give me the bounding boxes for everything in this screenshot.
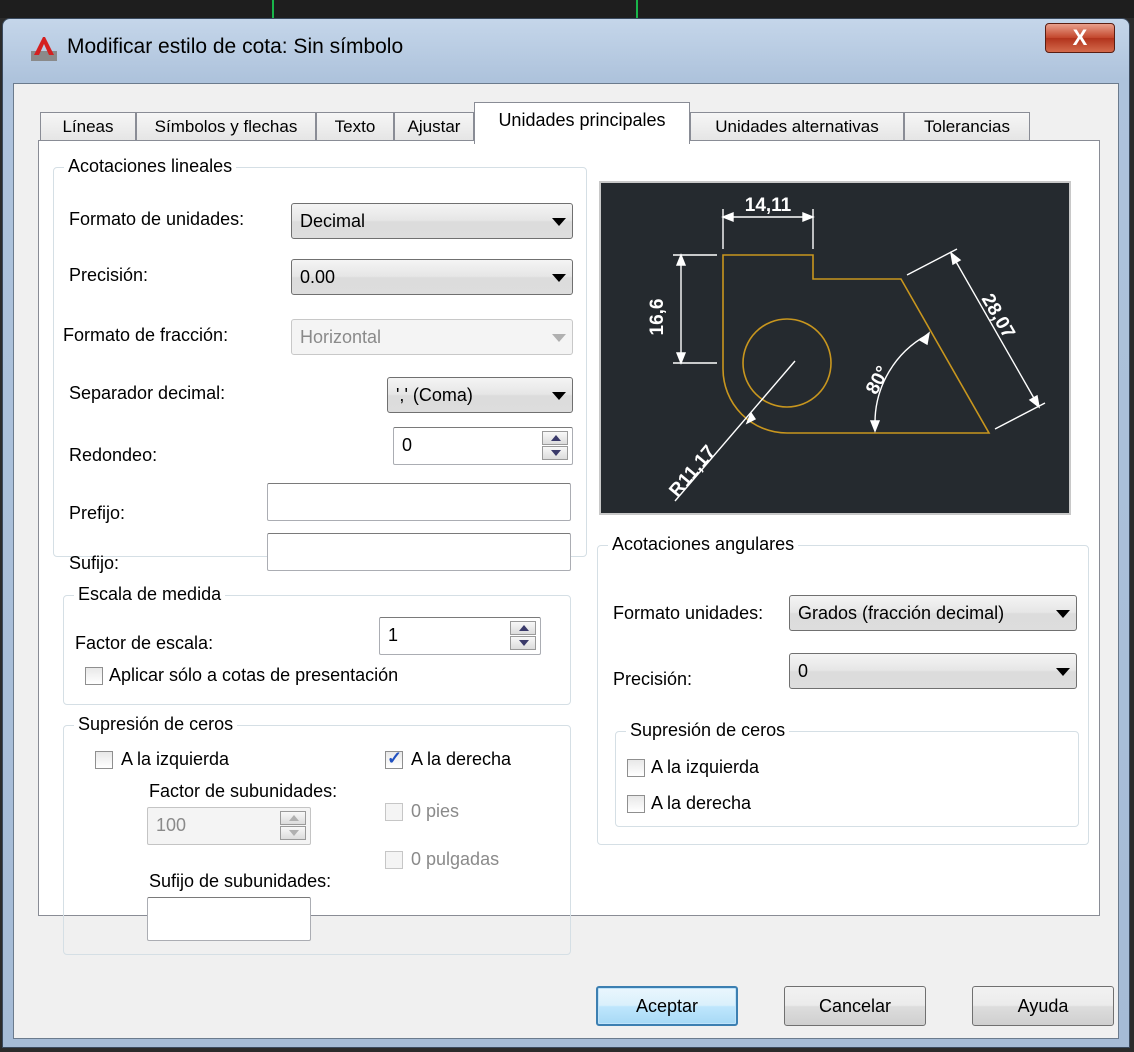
- tab-texto[interactable]: Texto: [316, 112, 394, 142]
- window-title: Modificar estilo de cota: Sin símbolo: [67, 35, 404, 58]
- prefix-input[interactable]: [267, 483, 571, 521]
- angular-trailing-zero-checkbox[interactable]: [627, 795, 645, 813]
- angular-leading-zero-label: A la izquierda: [651, 757, 760, 777]
- layout-only-checkbox[interactable]: [85, 667, 103, 685]
- unit-format-select[interactable]: Decimal: [291, 203, 573, 239]
- preview-outline: [722, 254, 991, 434]
- precision-label: Precisión:: [69, 265, 149, 285]
- fraction-format-label: Formato de fracción:: [63, 325, 229, 345]
- dialog-client: Líneas Símbolos y flechas Texto Ajustar …: [13, 83, 1119, 1039]
- inches-label: 0 pulgadas: [411, 849, 500, 869]
- tab-panel: Acotaciones lineales Formato de unidades…: [38, 140, 1100, 955]
- prefix-label: Prefijo:: [69, 503, 126, 523]
- spin-up-icon[interactable]: [542, 431, 568, 445]
- layout-only-label: Aplicar sólo a cotas de presentación: [109, 665, 399, 685]
- decimal-separator-select[interactable]: ',' (Coma): [387, 377, 573, 413]
- help-button[interactable]: Ayuda: [972, 986, 1114, 1026]
- spin-up-icon[interactable]: [510, 621, 536, 635]
- dim-diagonal-label: 28,07: [977, 290, 1019, 342]
- suffix-input[interactable]: [267, 533, 571, 571]
- group-title: Supresión de ceros: [626, 720, 790, 741]
- feet-checkbox[interactable]: [385, 803, 403, 821]
- precision-select[interactable]: 0.00: [291, 259, 573, 295]
- tab-unidades-principales[interactable]: Unidades principales: [474, 102, 690, 144]
- chevron-down-icon: [552, 274, 566, 282]
- sub-suffix-label: Sufijo de subunidades:: [149, 871, 332, 891]
- spin-up-icon[interactable]: [280, 811, 306, 825]
- leading-zero-label: A la izquierda: [121, 749, 230, 769]
- chevron-down-icon: [552, 218, 566, 226]
- tab-simbolos-flechas[interactable]: Símbolos y flechas: [136, 112, 316, 142]
- sub-factor-label: Factor de subunidades:: [149, 781, 338, 801]
- dimension-preview: 14,11 16,6 28,07 80° R11,17: [599, 181, 1071, 515]
- sub-factor-value: 100: [156, 815, 187, 835]
- tab-unidades-alternativas[interactable]: Unidades alternativas: [690, 112, 904, 142]
- angular-trailing-zero-label: A la derecha: [651, 793, 752, 813]
- chevron-down-icon: [552, 392, 566, 400]
- scale-factor-spinner[interactable]: [510, 621, 536, 651]
- preview-circle: [742, 318, 832, 408]
- unit-format-label: Formato de unidades:: [69, 209, 245, 229]
- scale-factor-label: Factor de escala:: [75, 633, 214, 653]
- suffix-label: Sufijo:: [69, 553, 120, 573]
- fraction-format-select[interactable]: Horizontal: [291, 319, 573, 355]
- background-strip: [0, 0, 1134, 18]
- group-title: Escala de medida: [74, 584, 226, 605]
- angular-unit-format-label: Formato unidades:: [613, 603, 764, 623]
- angular-precision-label: Precisión:: [613, 669, 693, 689]
- trailing-zero-label: A la derecha: [411, 749, 512, 769]
- angular-precision-value: 0: [798, 661, 809, 681]
- leading-zero-checkbox[interactable]: [95, 751, 113, 769]
- angular-unit-format-select[interactable]: Grados (fracción decimal): [789, 595, 1077, 631]
- spin-down-icon[interactable]: [510, 636, 536, 650]
- decimal-separator-label: Separador decimal:: [69, 383, 226, 403]
- close-button[interactable]: X: [1045, 23, 1115, 53]
- ok-button[interactable]: Aceptar: [596, 986, 738, 1026]
- dialog-window: Modificar estilo de cota: Sin símbolo X …: [2, 18, 1130, 1048]
- spin-down-icon[interactable]: [280, 826, 306, 840]
- chevron-down-icon: [1056, 668, 1070, 676]
- spin-down-icon[interactable]: [542, 446, 568, 460]
- angular-unit-format-value: Grados (fracción decimal): [798, 603, 1005, 623]
- round-off-input[interactable]: 0: [393, 427, 573, 465]
- sub-suffix-input[interactable]: [147, 897, 311, 941]
- title-bar[interactable]: Modificar estilo de cota: Sin símbolo X: [3, 19, 1129, 77]
- dim-left-label: 16,6: [647, 299, 668, 336]
- unit-format-value: Decimal: [300, 211, 366, 231]
- angular-precision-select[interactable]: 0: [789, 653, 1077, 689]
- inches-checkbox[interactable]: [385, 851, 403, 869]
- group-title: Acotaciones lineales: [64, 156, 237, 177]
- tab-lineas[interactable]: Líneas: [40, 112, 136, 142]
- sub-factor-input[interactable]: 100: [147, 807, 311, 845]
- cancel-button[interactable]: Cancelar: [784, 986, 926, 1026]
- round-off-value: 0: [402, 435, 413, 455]
- dim-top-label: 14,11: [745, 195, 792, 216]
- precision-value: 0.00: [300, 267, 336, 287]
- angular-leading-zero-checkbox[interactable]: [627, 759, 645, 777]
- chevron-down-icon: [552, 334, 566, 342]
- background-line: [272, 0, 274, 18]
- round-off-spinner[interactable]: [542, 431, 568, 461]
- group-title: Acotaciones angulares: [608, 534, 799, 555]
- trailing-zero-checkbox[interactable]: [385, 748, 403, 769]
- autocad-app-icon: [31, 37, 57, 61]
- tab-tolerancias[interactable]: Tolerancias: [904, 112, 1030, 142]
- scale-factor-input[interactable]: 1: [379, 617, 541, 655]
- round-off-label: Redondeo:: [69, 445, 158, 465]
- background-line: [636, 0, 638, 18]
- decimal-separator-value: ',' (Coma): [396, 385, 473, 405]
- tab-ajustar[interactable]: Ajustar: [394, 112, 474, 142]
- dim-angle-label: 80°: [862, 363, 894, 398]
- scale-factor-value: 1: [388, 625, 399, 645]
- dim-radius-label: R11,17: [665, 442, 720, 502]
- chevron-down-icon: [1056, 610, 1070, 618]
- fraction-format-value: Horizontal: [300, 327, 382, 347]
- group-title: Supresión de ceros: [74, 714, 238, 735]
- sub-factor-spinner[interactable]: [280, 811, 306, 841]
- feet-label: 0 pies: [411, 801, 460, 821]
- preview-drawing: 14,11 16,6 28,07 80° R11,17: [647, 195, 1046, 502]
